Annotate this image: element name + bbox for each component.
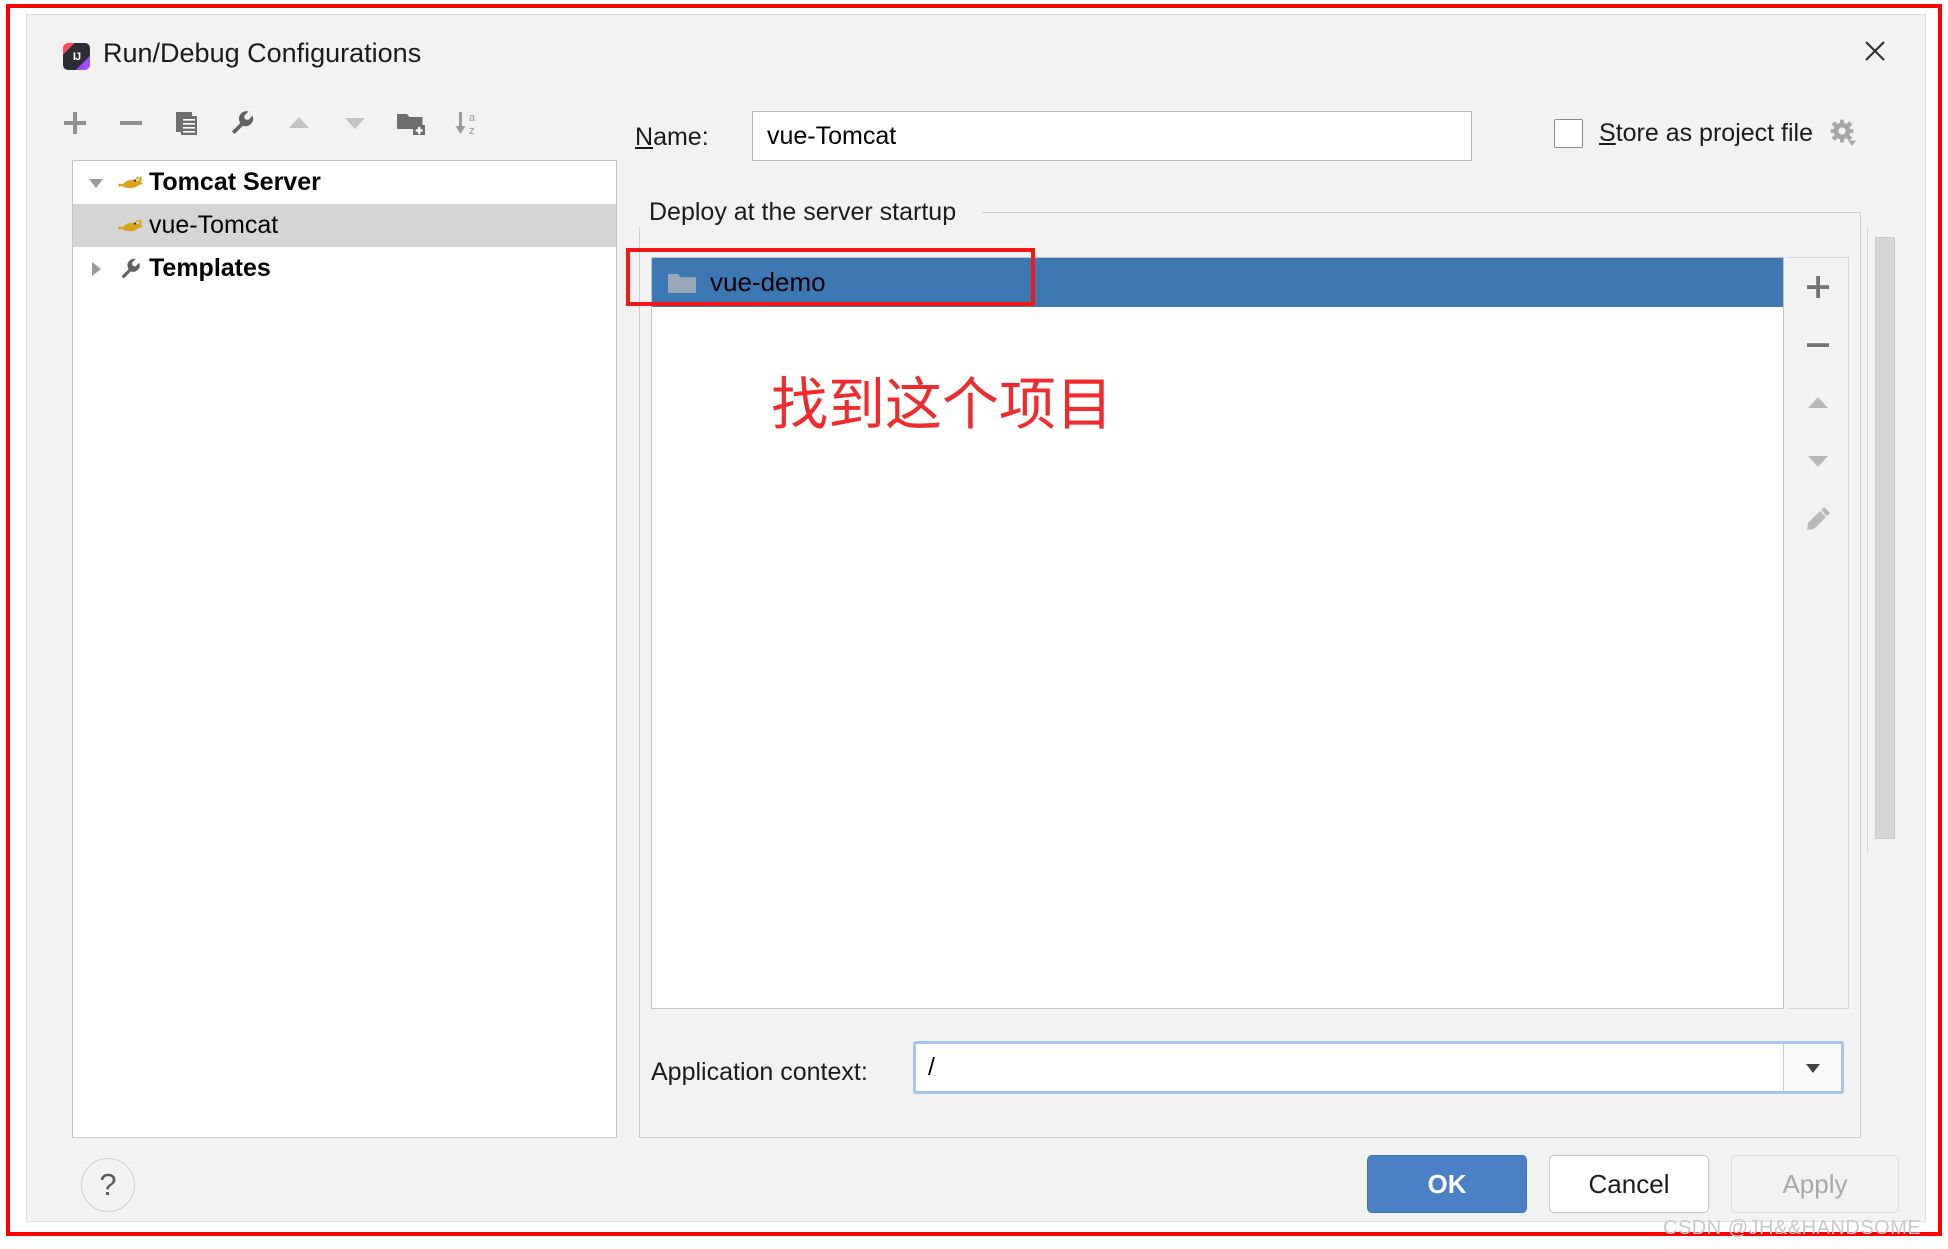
application-context-input[interactable] bbox=[916, 1044, 1783, 1091]
sort-az-icon: a z bbox=[455, 112, 476, 137]
pencil-icon bbox=[1807, 507, 1830, 530]
tree-item-label: vue-Tomcat bbox=[149, 211, 279, 239]
store-as-project-file-group: Store as project file bbox=[1554, 118, 1858, 148]
ok-button[interactable]: OK bbox=[1367, 1155, 1527, 1213]
dialog-titlebar: Run/Debug Configurations bbox=[27, 15, 1925, 77]
arrow-up-icon bbox=[1808, 397, 1828, 408]
deploy-section-title: Deploy at the server startup bbox=[639, 198, 969, 227]
name-label-mnemonic: N bbox=[635, 123, 654, 151]
minus-icon bbox=[120, 121, 142, 125]
copy-icon bbox=[176, 112, 197, 135]
arrow-down-icon bbox=[1808, 456, 1828, 467]
configurations-toolbar: a z bbox=[47, 95, 595, 151]
intellij-idea-icon bbox=[63, 43, 90, 70]
name-label-rest: ame: bbox=[653, 123, 709, 151]
arrow-up-icon bbox=[289, 117, 309, 128]
deploy-remove-button[interactable] bbox=[1789, 316, 1847, 374]
minus-icon bbox=[1807, 343, 1829, 347]
store-as-project-file-checkbox[interactable] bbox=[1554, 118, 1583, 148]
close-icon[interactable] bbox=[1843, 25, 1907, 77]
chevron-down-icon[interactable] bbox=[79, 161, 113, 204]
application-context-label: Application context: bbox=[651, 1058, 868, 1086]
tree-item-tomcat-server[interactable]: Tomcat Server bbox=[73, 161, 616, 204]
apply-button: Apply bbox=[1731, 1155, 1899, 1213]
scrollbar-track-line bbox=[1867, 227, 1868, 853]
deploy-legend-line-right bbox=[982, 212, 1861, 213]
store-label-mnemonic: S bbox=[1599, 118, 1616, 147]
tree-item-label: Templates bbox=[149, 254, 271, 282]
wrench-icon bbox=[232, 111, 254, 134]
deploy-list-toolbar bbox=[1789, 257, 1849, 1009]
tomcat-cat-icon bbox=[113, 204, 149, 247]
chevron-right-icon[interactable] bbox=[79, 247, 113, 290]
store-label-rest: tore as project file bbox=[1615, 118, 1814, 147]
cancel-button[interactable]: Cancel bbox=[1549, 1155, 1709, 1213]
dialog-title: Run/Debug Configurations bbox=[103, 38, 422, 68]
tomcat-cat-icon bbox=[113, 161, 149, 204]
deploy-moveup-button[interactable] bbox=[1789, 374, 1847, 432]
help-button[interactable]: ? bbox=[81, 1158, 135, 1212]
move-down-button[interactable] bbox=[327, 97, 383, 149]
configurations-tree[interactable]: Tomcat Server vue-Tomcat Templates bbox=[72, 160, 617, 1138]
deploy-list[interactable]: vue-demo bbox=[651, 257, 1784, 1009]
plus-icon bbox=[1807, 276, 1829, 298]
svg-text:a: a bbox=[469, 112, 476, 124]
watermark: CSDN @JH&&HANDSOME bbox=[1663, 1217, 1922, 1239]
add-configuration-button[interactable] bbox=[47, 97, 103, 149]
plus-icon bbox=[64, 112, 86, 134]
run-debug-configurations-dialog: Run/Debug Configurations bbox=[26, 14, 1926, 1222]
deploy-movedown-button[interactable] bbox=[1789, 432, 1847, 490]
folder-icon bbox=[662, 258, 702, 307]
move-up-button[interactable] bbox=[271, 97, 327, 149]
tree-item-templates[interactable]: Templates bbox=[73, 247, 616, 290]
tree-item-label: Tomcat Server bbox=[149, 168, 321, 196]
tree-item-vue-tomcat[interactable]: vue-Tomcat bbox=[73, 204, 616, 247]
copy-configuration-button[interactable] bbox=[159, 97, 215, 149]
wrench-icon bbox=[113, 247, 149, 290]
svg-text:z: z bbox=[469, 125, 475, 137]
remove-configuration-button[interactable] bbox=[103, 97, 159, 149]
name-field-label: Name: bbox=[635, 123, 709, 152]
edit-templates-button[interactable] bbox=[215, 97, 271, 149]
dialog-scrollbar-thumb[interactable] bbox=[1875, 237, 1895, 839]
name-input[interactable] bbox=[752, 111, 1472, 161]
dialog-footer-buttons: OK Cancel Apply bbox=[1367, 1155, 1899, 1213]
chevron-down-icon[interactable] bbox=[1783, 1044, 1841, 1091]
screenshot-root: Run/Debug Configurations bbox=[0, 0, 1948, 1249]
application-context-combobox[interactable] bbox=[913, 1041, 1844, 1094]
deploy-edit-button[interactable] bbox=[1789, 490, 1847, 548]
deploy-list-item-label: vue-demo bbox=[710, 267, 826, 297]
store-as-project-file-label: Store as project file bbox=[1599, 119, 1813, 148]
new-folder-button[interactable] bbox=[383, 97, 439, 149]
arrow-down-icon bbox=[345, 118, 365, 129]
deploy-add-button[interactable] bbox=[1789, 258, 1847, 316]
gear-icon[interactable] bbox=[1828, 118, 1858, 148]
new-folder-icon bbox=[397, 114, 425, 135]
deploy-list-item[interactable]: vue-demo bbox=[652, 258, 1783, 307]
sort-button[interactable]: a z bbox=[439, 97, 495, 149]
